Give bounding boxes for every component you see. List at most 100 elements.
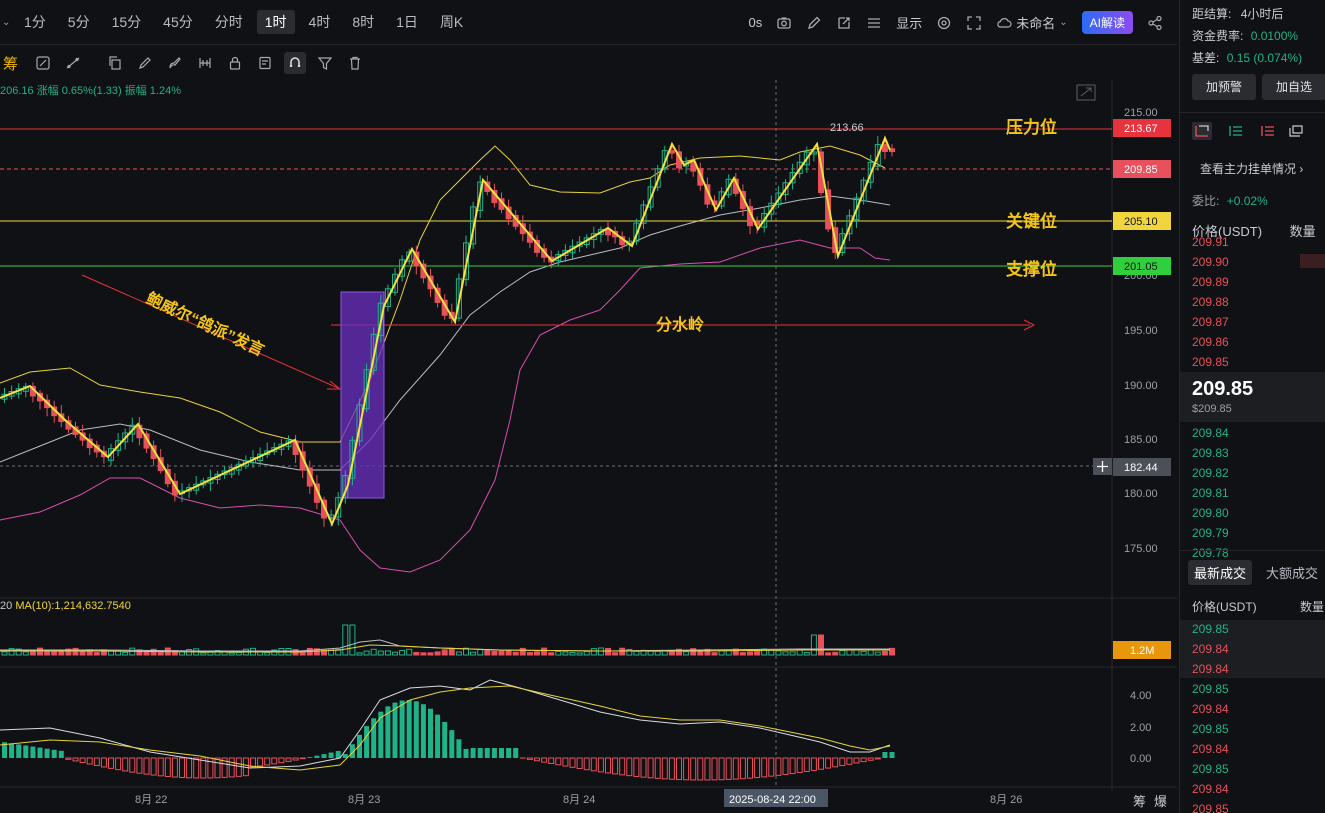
macd-bar xyxy=(526,757,533,760)
add-watchlist-button[interactable]: 加自选 xyxy=(1262,74,1325,100)
fullscreen-icon[interactable] xyxy=(966,15,982,31)
tf-1m[interactable]: 1分 xyxy=(16,10,54,34)
trade-row[interactable]: 209.84 xyxy=(1192,659,1229,679)
ask-row[interactable]: 209.91 xyxy=(1192,232,1229,252)
bid-row[interactable]: 209.82 xyxy=(1192,463,1229,483)
macd-bar xyxy=(768,757,775,777)
pencil-icon[interactable] xyxy=(806,15,822,31)
macd-bar xyxy=(335,750,341,758)
orderbook-asks-icon[interactable] xyxy=(1258,122,1278,140)
magnet-icon[interactable] xyxy=(284,52,306,74)
volume-bar xyxy=(349,624,356,656)
trade-row[interactable]: 209.85 xyxy=(1192,799,1229,813)
bid-row[interactable]: 209.79 xyxy=(1192,523,1229,543)
macd-bar xyxy=(30,746,36,758)
tf-1w[interactable]: 周K xyxy=(432,10,471,34)
bid-row[interactable]: 209.80 xyxy=(1192,503,1229,523)
bid-row[interactable]: 209.81 xyxy=(1192,483,1229,503)
orderbook-both-icon[interactable] xyxy=(1192,122,1212,140)
macd-bar xyxy=(442,721,448,758)
lock-icon[interactable] xyxy=(224,52,246,74)
trade-row[interactable]: 209.85 xyxy=(1192,759,1229,779)
ask-row[interactable]: 209.87 xyxy=(1192,312,1229,332)
macd-bar xyxy=(79,757,86,763)
filter-icon[interactable] xyxy=(314,52,336,74)
macd-bar xyxy=(100,757,107,768)
tf-8h[interactable]: 8时 xyxy=(344,10,382,34)
tf-1d[interactable]: 1日 xyxy=(388,10,426,34)
trash-icon[interactable] xyxy=(344,52,366,74)
trade-row[interactable]: 209.84 xyxy=(1192,699,1229,719)
depth-link[interactable]: 查看主力挂单情况 › xyxy=(1200,160,1303,177)
macd-bar xyxy=(449,730,455,758)
trade-row[interactable]: 209.85 xyxy=(1192,679,1229,699)
pen-icon[interactable] xyxy=(134,52,156,74)
chevron-down-icon[interactable]: ⌄ xyxy=(0,17,16,28)
macd-bar xyxy=(392,702,398,758)
trendline-icon[interactable] xyxy=(62,52,84,74)
cloud-icon xyxy=(997,17,1012,28)
display-button[interactable]: 显示 xyxy=(896,13,922,32)
bid-row[interactable]: 209.84 xyxy=(1192,423,1229,443)
list-settings-icon[interactable] xyxy=(866,15,882,31)
macd-bar xyxy=(420,704,426,758)
macd-bar xyxy=(775,757,782,776)
countdown-button[interactable]: 0s xyxy=(749,15,763,30)
ai-insight-button[interactable]: AI解读 xyxy=(1081,11,1133,34)
bid-row[interactable]: 209.83 xyxy=(1192,443,1229,463)
volume-bar xyxy=(79,651,86,656)
tag-crosshair: 182.44 xyxy=(1124,462,1158,474)
tf-1h[interactable]: 1时 xyxy=(256,10,295,34)
gear-icon[interactable] xyxy=(936,15,952,31)
trade-row[interactable]: 209.84 xyxy=(1192,639,1229,659)
divider xyxy=(1180,550,1325,551)
volume-bar xyxy=(448,647,455,656)
tf-timeshare[interactable]: 分时 xyxy=(207,10,251,34)
macd-bar xyxy=(789,757,796,775)
ask-row[interactable]: 209.89 xyxy=(1192,272,1229,292)
ask-row[interactable]: 209.86 xyxy=(1192,332,1229,352)
tf-4h[interactable]: 4时 xyxy=(301,10,339,34)
ask-row[interactable]: 209.90 xyxy=(1192,252,1229,272)
tf-5m[interactable]: 5分 xyxy=(60,10,98,34)
measure-icon[interactable] xyxy=(194,52,216,74)
expand-chart-icon xyxy=(1076,84,1096,101)
macd-histogram xyxy=(2,700,895,781)
tf-15m[interactable]: 15分 xyxy=(104,10,150,34)
add-alert-button[interactable]: 加预警 xyxy=(1192,74,1256,100)
price-chart[interactable]: 215.00 20 0.00 195.00 190.00 185.00 180.0… xyxy=(0,80,1177,813)
volume-bar xyxy=(477,648,484,656)
trade-row[interactable]: 209.84 xyxy=(1192,779,1229,799)
copy-icon[interactable] xyxy=(104,52,126,74)
brush-icon[interactable] xyxy=(164,52,186,74)
note-icon[interactable] xyxy=(254,52,276,74)
tab-latest-trades[interactable]: 最新成交 xyxy=(1188,560,1253,585)
macd-bar xyxy=(456,739,462,758)
trade-row[interactable]: 209.85 xyxy=(1192,619,1229,639)
macd-bar xyxy=(782,757,789,775)
popout-icon[interactable] xyxy=(836,15,852,31)
share-icon[interactable] xyxy=(1147,15,1163,31)
volume-bar xyxy=(377,650,384,656)
macd-bar xyxy=(435,714,441,758)
magnet-draw-icon[interactable] xyxy=(32,52,54,74)
volume-bar xyxy=(881,650,888,656)
trade-row[interactable]: 209.85 xyxy=(1192,719,1229,739)
tab-large-trades[interactable]: 大额成交 xyxy=(1260,560,1324,585)
camera-icon[interactable] xyxy=(776,15,792,31)
volume-bar xyxy=(512,651,519,656)
chip-distribution-button[interactable]: 筹 xyxy=(0,53,24,74)
layout-dropdown[interactable]: 未命名 ⌄ xyxy=(996,13,1068,32)
ask-row[interactable]: 209.85 xyxy=(1192,352,1229,372)
macd-bar xyxy=(860,757,867,763)
volume-bar xyxy=(562,651,569,656)
axis-tick: 175.00 xyxy=(1124,543,1158,555)
macd-bar xyxy=(235,757,242,777)
orderbook-bids-icon[interactable] xyxy=(1226,122,1246,140)
ask-row[interactable]: 209.88 xyxy=(1192,292,1229,312)
trade-row[interactable]: 209.84 xyxy=(1192,739,1229,759)
macd-bar xyxy=(867,757,874,761)
orderbook-popout-icon[interactable] xyxy=(1286,122,1306,140)
tf-45m[interactable]: 45分 xyxy=(155,10,201,34)
macd-bar xyxy=(115,757,122,771)
